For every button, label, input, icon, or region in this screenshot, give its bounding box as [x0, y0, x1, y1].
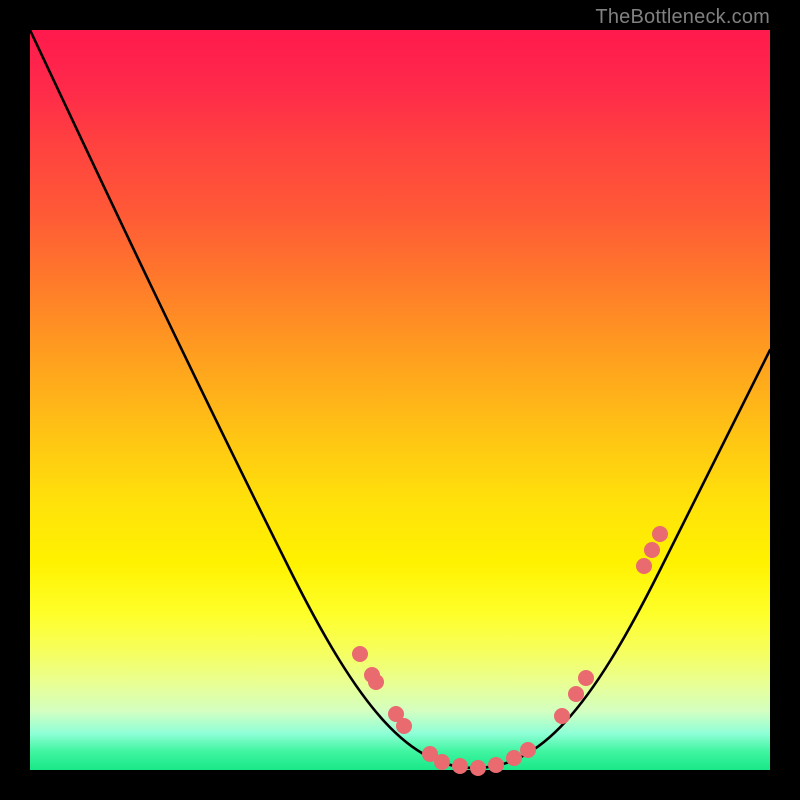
data-point	[368, 674, 384, 690]
data-point	[352, 646, 368, 662]
data-point	[396, 718, 412, 734]
data-point	[652, 526, 668, 542]
data-point	[434, 754, 450, 770]
data-point	[470, 760, 486, 776]
watermark-text: TheBottleneck.com	[595, 6, 770, 29]
data-point	[636, 558, 652, 574]
data-point	[520, 742, 536, 758]
curve-layer	[30, 30, 770, 770]
data-point	[488, 757, 504, 773]
plot-area	[30, 30, 770, 770]
data-point	[452, 758, 468, 774]
bottleneck-curve	[30, 30, 770, 768]
data-point	[554, 708, 570, 724]
data-point	[578, 670, 594, 686]
chart-frame: TheBottleneck.com	[0, 0, 800, 800]
data-point	[568, 686, 584, 702]
data-point	[644, 542, 660, 558]
